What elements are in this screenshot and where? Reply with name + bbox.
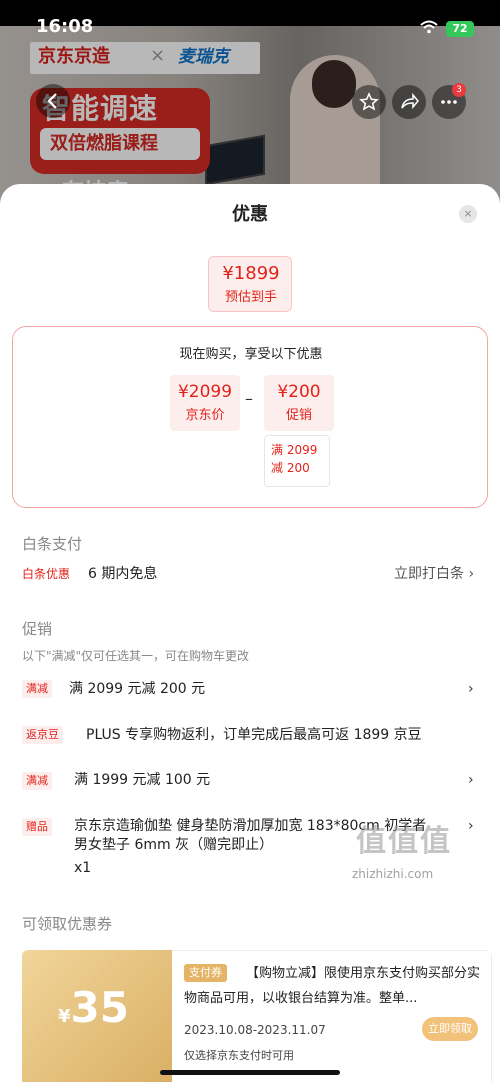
coupon-heading: 可领取优惠券 — [22, 915, 113, 933]
promo-text: 满 1999 元减 100 元 — [74, 772, 211, 788]
promo-note: 以下"满减"仅可任选其一，可在购物车更改 — [22, 649, 250, 663]
close-button[interactable]: × — [459, 205, 477, 223]
price-calculation-box: 现在购买，享受以下优惠 ¥2099 京东价 – ¥200 促销 满 2099 减… — [12, 326, 488, 508]
promo-text: PLUS 专享购物返利，订单完成后最高可返 1899 京豆 — [86, 727, 422, 743]
promo-tag: 返京豆 — [22, 726, 63, 744]
promo-detail-box: 满 2099 减 200 — [264, 435, 330, 487]
jd-price-box: ¥2099 京东价 — [170, 375, 240, 431]
back-button[interactable] — [36, 84, 70, 118]
baitiao-tag: 白条优惠 — [22, 567, 71, 581]
calc-title: 现在购买，享受以下优惠 — [179, 347, 323, 362]
status-bar: 16:08 72 — [0, 0, 500, 37]
share-button[interactable] — [392, 85, 426, 119]
watermark-logo: 值值值 — [356, 824, 452, 859]
chevron-right-icon: › — [468, 681, 474, 697]
promo-tag: 满减 — [22, 772, 52, 790]
coupon-amount-panel: ¥35 — [22, 950, 172, 1082]
chevron-right-icon: › — [468, 772, 474, 788]
coupon-value: 35 — [70, 983, 129, 1032]
coupon-type-tag: 支付券 — [184, 964, 227, 982]
coupon-currency: ¥ — [58, 1006, 71, 1027]
promo-detail-threshold: 满 2099 — [271, 443, 318, 457]
jd-price: ¥2099 — [177, 382, 233, 402]
baitiao-link[interactable]: 立即打白条 › — [394, 564, 474, 584]
notification-badge: 3 — [452, 83, 466, 97]
promo-price: ¥200 — [277, 382, 321, 402]
promo-price-box: ¥200 促销 — [264, 375, 334, 431]
promo-text: 满 2099 元减 200 元 — [69, 681, 206, 697]
promo-detail-discount: 减 200 — [271, 461, 310, 475]
coupon-description: 【购物立减】限使用京东支付购买部分实物商品可用，以收银台结算为准。整单... — [184, 966, 480, 1006]
final-price-label: 预估到手 — [224, 290, 277, 305]
claim-coupon-button[interactable]: 立即领取 — [422, 1017, 478, 1041]
coupon-detail-panel: 【购物立减】限使用京东支付购买部分实物商品可用，以收银台结算为准。整单... 支… — [172, 950, 492, 1082]
baitiao-text: 6 期内免息 — [88, 566, 158, 582]
share-icon — [401, 92, 419, 110]
jd-price-label: 京东价 — [185, 408, 225, 423]
chevron-left-icon — [47, 93, 57, 109]
minus-sign: – — [245, 389, 253, 408]
status-time: 16:08 — [36, 16, 94, 37]
coupon-validity: 2023.10.08-2023.11.07 — [184, 1023, 326, 1037]
final-price-box: ¥1899 预估到手 — [208, 256, 292, 312]
coupon-condition: 仅选择京东支付时可用 — [184, 1049, 294, 1062]
favorite-button[interactable] — [352, 85, 386, 119]
discount-sheet: 优惠 × ¥1899 预估到手 现在购买，享受以下优惠 ¥2099 京东价 – … — [0, 184, 500, 1082]
watermark-url: zhizhizhi.com — [352, 867, 434, 881]
coupon-amount: ¥35 — [58, 984, 129, 1041]
promo-heading: 促销 — [22, 620, 53, 638]
gift-name-line2: 男女垫子 6mm 灰（赠完即止） — [74, 837, 274, 853]
home-indicator — [160, 1070, 340, 1075]
coupon-card: ¥35 【购物立减】限使用京东支付购买部分实物商品可用，以收银台结算为准。整单.… — [22, 950, 492, 1082]
star-icon — [359, 92, 379, 111]
baitiao-heading: 白条支付 — [22, 535, 83, 553]
gift-quantity: x1 — [74, 860, 92, 876]
sheet-title: 优惠 — [232, 204, 268, 225]
promo-tag: 赠品 — [22, 818, 52, 836]
battery-indicator: 72 — [446, 21, 474, 37]
final-price: ¥1899 — [222, 263, 280, 284]
site-watermark: 值值值 zhizhizhi.com — [352, 822, 492, 892]
promo-tag: 满减 — [22, 680, 52, 698]
wifi-icon — [420, 20, 438, 34]
promo-price-label: 促销 — [285, 408, 312, 423]
